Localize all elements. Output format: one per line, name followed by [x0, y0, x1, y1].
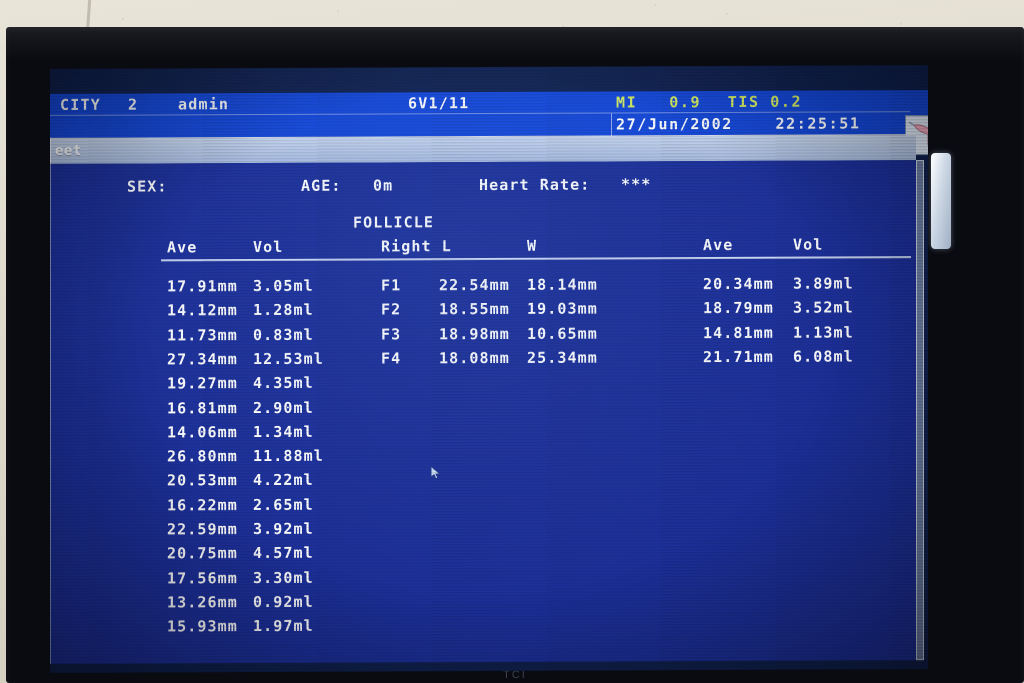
- left-average-value: 17.91mm: [167, 277, 238, 296]
- left-average-value: 13.26mm: [167, 592, 238, 612]
- column-header-ave-left: Ave: [167, 238, 198, 257]
- left-volume-value: 2.65ml: [253, 495, 314, 514]
- status-bar-vertical-rule: [611, 113, 612, 136]
- right-volume-value: 3.89ml: [793, 274, 854, 293]
- left-volume-value: 2.90ml: [253, 398, 314, 417]
- left-volume-value: 11.88ml: [253, 446, 324, 466]
- right-average-value: 20.34mm: [703, 274, 774, 294]
- heart-rate-label: Heart Rate:: [479, 175, 591, 195]
- right-volume-value: 6.08ml: [793, 347, 854, 366]
- left-average-value: 17.56mm: [167, 568, 238, 587]
- follicle-length-value: 22.54mm: [439, 275, 510, 295]
- mi-value: 0.9: [669, 93, 702, 112]
- section-title: FOLLICLE: [353, 213, 435, 232]
- worksheet-panel: SEX: AGE: 0m Heart Rate: *** FOLLICLE Av…: [50, 160, 916, 664]
- left-volume-value: 0.83ml: [253, 325, 314, 344]
- unit-number: 2: [128, 95, 139, 114]
- left-average-value: 11.73mm: [167, 325, 238, 344]
- age-value: 0m: [373, 176, 394, 195]
- follicle-id: F2: [381, 300, 402, 319]
- mouse-cursor: [429, 465, 442, 480]
- tis-value: 0.2: [770, 92, 803, 111]
- probe-label: 6V1/11: [408, 94, 470, 113]
- right-average-value: 21.71mm: [703, 347, 774, 366]
- follicle-worksheet-window: eet SEX: AGE: 0m Heart Rate: *** FOLLICL…: [50, 134, 924, 673]
- column-header-ave-right: Ave: [703, 235, 734, 255]
- follicle-id: F4: [381, 349, 402, 368]
- left-average-value: 16.81mm: [167, 398, 238, 417]
- left-average-value: 14.12mm: [167, 301, 238, 320]
- left-volume-value: 1.34ml: [253, 422, 314, 441]
- left-average-value: 19.27mm: [167, 374, 238, 393]
- photograph-of-ultrasound-monitor: TCI CITY 2 admin 6V1/11 MI 0.9 TIS 0.2 2…: [0, 0, 1024, 683]
- left-volume-value: 4.22ml: [253, 471, 314, 490]
- left-volume-value: 3.30ml: [253, 568, 314, 587]
- age-label: AGE:: [301, 176, 342, 195]
- follicle-length-value: 18.08mm: [439, 348, 510, 368]
- right-volume-value: 1.13ml: [793, 323, 854, 342]
- window-title: eet: [55, 142, 82, 159]
- follicle-width-value: 18.14mm: [527, 275, 598, 294]
- column-header-vol-left: Vol: [253, 237, 284, 257]
- follicle-id: F3: [381, 324, 402, 344]
- status-bar: CITY 2 admin 6V1/11 MI 0.9 TIS 0.2 27/Ju…: [50, 90, 928, 156]
- follicle-length-value: 18.98mm: [439, 324, 510, 343]
- left-average-value: 16.22mm: [167, 495, 238, 515]
- left-average-value: 20.53mm: [167, 471, 238, 490]
- site-name: CITY: [60, 95, 101, 114]
- heart-rate-value: ***: [621, 175, 652, 194]
- right-volume-value: 3.52ml: [793, 298, 854, 317]
- ultrasound-screen: CITY 2 admin 6V1/11 MI 0.9 TIS 0.2 27/Ju…: [50, 65, 928, 673]
- follicle-width-value: 19.03mm: [527, 299, 598, 319]
- column-header-vol-right: Vol: [793, 235, 824, 254]
- follicle-length-value: 18.55mm: [439, 300, 510, 319]
- follicle-id: F1: [381, 276, 402, 295]
- left-average-value: 22.59mm: [167, 520, 238, 539]
- left-volume-value: 1.28ml: [253, 301, 314, 320]
- left-volume-value: 4.57ml: [253, 544, 314, 563]
- time-value: 22:25:51: [775, 114, 861, 133]
- left-volume-value: 4.35ml: [253, 373, 314, 393]
- left-average-value: 15.93mm: [167, 617, 238, 636]
- acoustic-output-indices: MI 0.9 TIS 0.2: [616, 91, 802, 114]
- column-header-side: Right L: [381, 237, 452, 256]
- sex-label: SEX:: [127, 177, 168, 196]
- column-header-width: W: [527, 236, 538, 255]
- right-average-value: 14.81mm: [703, 323, 774, 342]
- left-volume-value: 3.92ml: [253, 519, 314, 539]
- vertical-scrollbar[interactable]: [916, 160, 924, 661]
- follicle-width-value: 10.65mm: [527, 324, 598, 343]
- left-average-value: 27.34mm: [167, 349, 238, 369]
- bezel-slider-control[interactable]: [931, 153, 951, 249]
- left-average-value: 20.75mm: [167, 544, 238, 563]
- date-value: 27/Jun/2002: [616, 114, 733, 134]
- left-volume-value: 1.97ml: [253, 616, 314, 636]
- mi-label: MI: [616, 93, 638, 112]
- tis-label: TIS: [727, 92, 760, 111]
- user-name: admin: [178, 95, 230, 114]
- header-rule: [161, 256, 911, 262]
- left-average-value: 14.06mm: [167, 422, 238, 442]
- right-average-value: 18.79mm: [703, 299, 774, 318]
- follicle-width-value: 25.34mm: [527, 348, 598, 367]
- bezel-sheen: [6, 27, 1024, 61]
- window-title-bar[interactable]: eet: [50, 134, 916, 164]
- date-time-display: 27/Jun/2002 22:25:51: [616, 112, 861, 135]
- left-average-value: 26.80mm: [167, 447, 238, 466]
- left-volume-value: 0.92ml: [253, 592, 314, 611]
- left-volume-value: 3.05ml: [253, 276, 314, 296]
- left-volume-value: 12.53ml: [253, 349, 324, 368]
- monitor-bezel: TCI CITY 2 admin 6V1/11 MI 0.9 TIS 0.2 2…: [6, 27, 1024, 683]
